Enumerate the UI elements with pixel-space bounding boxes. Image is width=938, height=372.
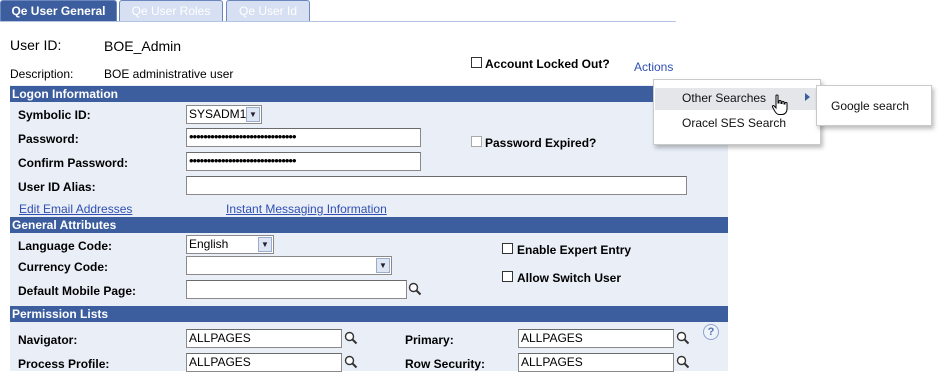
row-security-field[interactable]: ALLPAGES — [518, 353, 674, 372]
password-field[interactable]: •••••••••••••••••••••••••••••• — [186, 128, 421, 147]
tab-qe-user-general[interactable]: Qe User General — [0, 0, 117, 22]
confirm-password-label: Confirm Password: — [18, 156, 129, 170]
symbolic-id-select[interactable]: SYSADM1 ▼ — [186, 105, 262, 124]
description-label: Description: — [10, 67, 74, 81]
edit-email-addresses-link[interactable]: Edit Email Addresses — [19, 202, 132, 216]
menu-item-oracel-ses-search[interactable]: Oracel SES Search — [682, 116, 786, 130]
tab-qe-user-id[interactable]: Qe User Id — [226, 0, 310, 22]
language-code-value: English — [189, 237, 229, 251]
confirm-password-field[interactable]: •••••••••••••••••••••••••••••• — [186, 152, 421, 171]
user-id-label: User ID: — [10, 37, 62, 53]
hand-cursor-icon — [771, 94, 788, 115]
password-expired-checkbox[interactable] — [471, 136, 482, 147]
account-locked-checkbox[interactable] — [471, 57, 482, 68]
symbolic-id-value: SYSADM1 — [189, 107, 247, 121]
allow-switch-user-label: Allow Switch User — [517, 271, 622, 285]
account-locked-label: Account Locked Out? — [485, 57, 610, 71]
currency-code-label: Currency Code: — [18, 260, 109, 274]
row-security-label: Row Security: — [405, 357, 486, 371]
password-expired-label: Password Expired? — [485, 136, 597, 150]
lookup-icon[interactable] — [676, 331, 690, 345]
language-code-select[interactable]: English ▼ — [186, 235, 274, 254]
menu-item-other-searches[interactable]: Other Searches — [682, 91, 766, 105]
user-id-alias-field[interactable] — [186, 176, 687, 195]
primary-label: Primary: — [405, 333, 454, 347]
currency-code-select[interactable]: ▼ — [186, 256, 392, 275]
instant-messaging-link[interactable]: Instant Messaging Information — [226, 202, 387, 216]
password-label: Password: — [18, 132, 79, 146]
actions-link[interactable]: Actions — [634, 60, 673, 74]
navigator-label: Navigator: — [18, 333, 78, 347]
help-icon[interactable]: ? — [703, 324, 719, 340]
default-mobile-page-field[interactable] — [186, 280, 407, 299]
section-header-permissions: Permission Lists — [10, 306, 728, 322]
process-profile-field[interactable]: ALLPAGES — [186, 353, 342, 372]
section-header-general: General Attributes — [10, 217, 728, 233]
navigator-field[interactable]: ALLPAGES — [186, 329, 342, 348]
lookup-icon[interactable] — [344, 331, 358, 345]
lookup-icon[interactable] — [408, 282, 422, 296]
chevron-down-icon: ▼ — [258, 237, 272, 252]
default-mobile-page-label: Default Mobile Page: — [18, 284, 137, 298]
chevron-down-icon: ▼ — [246, 107, 260, 122]
lookup-icon[interactable] — [676, 355, 690, 369]
submenu-arrow-icon — [805, 93, 810, 101]
process-profile-label: Process Profile: — [18, 357, 110, 371]
tab-divider — [0, 21, 676, 22]
description-value: BOE administrative user — [104, 67, 234, 81]
section-header-logon: Logon Information — [10, 86, 728, 102]
chevron-down-icon: ▼ — [376, 258, 390, 273]
enable-expert-entry-label: Enable Expert Entry — [517, 243, 632, 257]
enable-expert-entry-checkbox[interactable] — [502, 243, 513, 254]
symbolic-id-label: Symbolic ID: — [18, 108, 91, 122]
menu-item-google-search[interactable]: Google search — [831, 99, 909, 113]
allow-switch-user-checkbox[interactable] — [502, 271, 513, 282]
tab-qe-user-roles[interactable]: Qe User Roles — [119, 0, 223, 22]
primary-field[interactable]: ALLPAGES — [518, 329, 674, 348]
language-code-label: Language Code: — [18, 239, 113, 253]
user-id-value: BOE_Admin — [104, 38, 182, 54]
lookup-icon[interactable] — [344, 355, 358, 369]
other-searches-submenu: Google search — [816, 85, 932, 126]
user-id-alias-label: User ID Alias: — [18, 180, 96, 194]
actions-menu: Other Searches Oracel SES Search — [653, 79, 821, 145]
